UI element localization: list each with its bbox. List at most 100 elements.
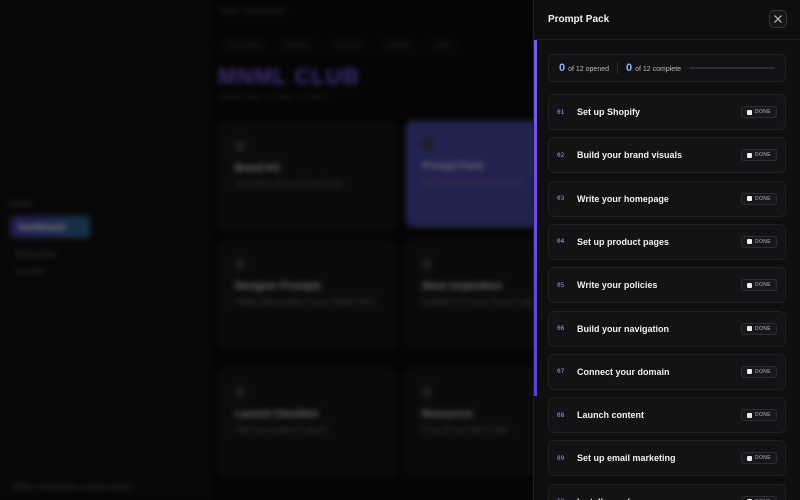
section-tabs: Prompt Pack Brand Kit Inspiration Checkl… xyxy=(220,40,458,54)
task-item[interactable]: 10Install your key appsDONE xyxy=(548,483,786,500)
card-icon xyxy=(422,387,432,397)
sidebar: MNML Dashboard Bookmarks Account MNML ● … xyxy=(0,0,210,500)
task-title: Build your brand visuals xyxy=(577,150,683,161)
prompt-pack-panel: Prompt Pack 0 of 12 opened 0 of 12 compl… xyxy=(533,0,800,500)
task-title: Write your policies xyxy=(577,280,658,291)
done-label: DONE xyxy=(754,282,771,289)
done-label: DONE xyxy=(754,152,771,159)
card-launch-checklist[interactable]: Launch Checklist Track your progress to … xyxy=(218,368,396,476)
done-toggle[interactable]: DONE xyxy=(740,409,777,422)
task-item[interactable]: 04 Set up product pages DONE xyxy=(548,223,786,260)
task-item[interactable]: 05 Write your policies DONE xyxy=(548,267,786,304)
done-checkbox[interactable] xyxy=(746,152,752,158)
card-icon xyxy=(235,387,245,397)
done-checkbox[interactable] xyxy=(746,239,752,245)
card-icon xyxy=(422,259,432,269)
done-toggle[interactable]: DONE xyxy=(740,365,777,378)
task-number: 06 xyxy=(557,325,565,332)
task-number: 01 xyxy=(557,108,565,116)
done-label: DONE xyxy=(754,195,771,202)
task-title: Connect your domain xyxy=(577,366,670,377)
tab-inspiration[interactable]: Inspiration xyxy=(327,40,369,54)
tab-brand-kit[interactable]: Brand Kit xyxy=(278,40,318,54)
done-toggle[interactable]: DONE xyxy=(740,322,777,335)
task-item[interactable]: 01 Set up Shopify DONE xyxy=(548,94,786,130)
done-checkbox[interactable] xyxy=(746,282,752,288)
task-title: Set up product pages xyxy=(577,236,670,247)
sidebar-footer: MNML ● Shop Admin ● Help & Support xyxy=(12,484,134,491)
task-number: 02 xyxy=(557,151,565,159)
task-title: Write your homepage xyxy=(577,193,669,204)
opened-count: 0 xyxy=(559,62,566,74)
sidebar-item-dashboard[interactable]: Dashboard xyxy=(10,216,90,238)
done-toggle[interactable]: DONE xyxy=(740,149,777,162)
done-checkbox[interactable] xyxy=(746,369,752,375)
tab-guide[interactable]: Guide xyxy=(427,40,458,54)
card-desc: Ready-made prompts for your Shopify them… xyxy=(235,299,377,306)
divider xyxy=(617,62,618,74)
task-number: 08 xyxy=(557,411,565,419)
progress-summary: 0 of 12 opened 0 of 12 complete xyxy=(548,54,786,82)
card-desc: Track your progress to launch. xyxy=(235,427,330,434)
task-number: 03 xyxy=(557,195,565,203)
card-title: Launch Checklist xyxy=(235,409,318,420)
page-title: MNML CLUB xyxy=(218,64,360,89)
complete-count: 0 xyxy=(626,62,633,74)
done-checkbox[interactable] xyxy=(746,109,752,115)
opened-label: of 12 opened xyxy=(568,66,609,73)
done-toggle[interactable]: DONE xyxy=(740,279,777,292)
card-desc: Your colors, fonts, and brand voice. xyxy=(235,181,345,188)
card-title: Designer Prompts xyxy=(235,281,322,292)
done-toggle[interactable]: DONE xyxy=(740,235,777,248)
close-icon xyxy=(774,15,782,23)
done-toggle[interactable]: DONE xyxy=(740,192,777,205)
task-number: 07 xyxy=(557,368,565,376)
tab-prompt-pack[interactable]: Prompt Pack xyxy=(220,40,269,54)
done-label: DONE xyxy=(754,455,771,462)
task-item[interactable]: 06 Build your navigation DONE xyxy=(548,310,786,347)
card-icon xyxy=(235,141,245,151)
done-checkbox[interactable] xyxy=(746,196,752,202)
task-title: Launch content xyxy=(577,410,644,421)
done-checkbox[interactable] xyxy=(746,455,752,461)
card-brand-kit[interactable]: Brand Kit Your colors, fonts, and brand … xyxy=(218,122,396,230)
panel-header: Prompt Pack xyxy=(534,0,800,40)
task-title: Set up email marketing xyxy=(577,453,676,464)
done-checkbox[interactable] xyxy=(746,326,752,331)
done-label: DONE xyxy=(754,412,771,419)
task-title: Set up Shopify xyxy=(577,107,640,117)
card-icon xyxy=(422,139,432,149)
opened-stat: 0 of 12 opened xyxy=(559,62,609,74)
breadcrumb: Home / Prompt Pack xyxy=(220,8,285,15)
task-item[interactable]: 08 Launch content DONE xyxy=(548,397,786,434)
card-title: Brand Kit xyxy=(235,163,280,174)
done-label: DONE xyxy=(754,238,771,245)
done-toggle[interactable]: DONE xyxy=(740,495,777,500)
done-label: DONE xyxy=(754,368,771,375)
complete-label: of 12 complete xyxy=(635,66,682,73)
task-title: Build your navigation xyxy=(577,323,670,334)
task-number: 09 xyxy=(557,454,565,462)
sidebar-item-account[interactable]: Account xyxy=(16,267,45,276)
done-label: DONE xyxy=(754,325,771,332)
tab-checklist[interactable]: Checklist xyxy=(378,40,418,54)
sidebar-item-bookmarks[interactable]: Bookmarks xyxy=(16,250,56,259)
task-item[interactable]: 09 Set up email marketing DONE xyxy=(548,440,786,477)
page-subtitle: Welcome back · 12 Prompts · 6 Sections xyxy=(220,95,329,101)
done-label: DONE xyxy=(754,109,771,115)
scroll-accent-bar xyxy=(534,40,537,396)
done-checkbox[interactable] xyxy=(746,412,752,418)
close-button[interactable] xyxy=(769,10,787,28)
task-item[interactable]: 02 Build your brand visuals DONE xyxy=(548,137,786,174)
done-toggle[interactable]: DONE xyxy=(740,106,777,118)
card-icon xyxy=(235,259,245,269)
task-item[interactable]: 03 Write your homepage DONE xyxy=(548,180,786,217)
task-number: 04 xyxy=(557,238,565,246)
task-item[interactable]: 07 Connect your domain DONE xyxy=(548,353,786,390)
sidebar-brand: MNML xyxy=(10,200,34,209)
done-toggle[interactable]: DONE xyxy=(740,452,777,465)
card-designer-prompts[interactable]: Designer Prompts Ready-made prompts for … xyxy=(218,240,396,348)
progress-bar xyxy=(689,67,775,69)
complete-stat: 0 of 12 complete xyxy=(626,62,681,74)
task-number: 05 xyxy=(557,281,565,289)
